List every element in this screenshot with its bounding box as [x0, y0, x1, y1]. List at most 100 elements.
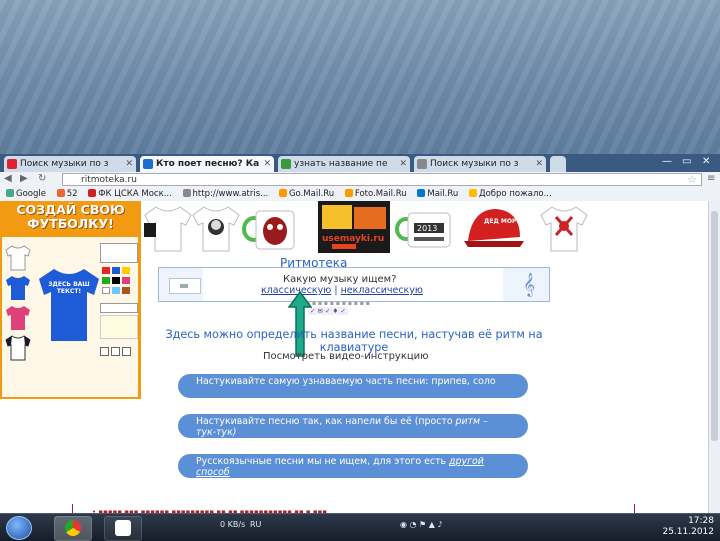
merch-mug-icon[interactable]: 2013 — [394, 201, 454, 253]
clock[interactable]: 17:28 25.11.2012 — [662, 516, 714, 538]
tshirt-raglan-icon[interactable] — [4, 335, 32, 361]
menu-icon[interactable]: ≡ — [707, 173, 715, 184]
bookmark-star-icon[interactable]: ☆ — [687, 173, 697, 186]
taskbar-app-button[interactable] — [104, 516, 142, 541]
bookmark-item[interactable]: Go.Mail.Ru — [278, 189, 334, 199]
tab-label: Кто поет песню? Ка — [156, 159, 260, 169]
tshirt-blue-icon[interactable] — [4, 275, 32, 301]
bookmark-item[interactable]: http://www.atris... — [182, 189, 268, 199]
language-indicator[interactable]: RU — [250, 520, 261, 529]
web-page: СОЗДАЙ СВОЮ ФУТБОЛКУ! ЗДЕСЬ ВАШ ТЕКСТ! u… — [0, 201, 708, 513]
bookmark-item[interactable]: Добро пожало... — [468, 189, 552, 199]
ad-option-box[interactable] — [100, 315, 138, 339]
tray-icons[interactable]: ◉ ◔ ⚑ ▲ ♪ — [400, 520, 443, 529]
selector-panel: Какую музыку ищем? классическую | неклас… — [203, 268, 503, 301]
reload-icon[interactable]: ↻ — [38, 173, 46, 184]
tab-1[interactable]: Поиск музыки по з ✕ — [4, 156, 136, 172]
video-instruction-link[interactable]: Посмотреть видео-инструкцию — [263, 351, 429, 362]
tab-label: узнать название пе — [294, 159, 388, 169]
tab-2[interactable]: Кто поет песню? Ка ✕ — [140, 156, 274, 172]
scrollbar-thumb[interactable] — [711, 211, 718, 441]
tip-text: Русскоязычные песни мы не ищем, для этог… — [196, 456, 447, 467]
slide-divider — [72, 504, 73, 513]
color-swatch[interactable] — [112, 277, 120, 284]
ad-size-checkboxes[interactable] — [100, 341, 136, 356]
tab-4[interactable]: Поиск музыки по з ✕ — [414, 156, 546, 172]
network-speed: 0 KB/s — [220, 520, 246, 529]
close-icon[interactable]: ✕ — [125, 156, 133, 172]
tip-text: Настукивайте песню так, как напели бы её… — [196, 416, 453, 427]
merch-cap-icon[interactable]: ДЕД МОРОЗ — [462, 201, 526, 253]
bookmark-item[interactable]: ФК ЦСКА Моск... — [88, 189, 172, 199]
bookmark-item[interactable]: Mail.Ru — [417, 189, 458, 199]
share-links-row[interactable]: ▪ ▪ ▪ ▪ ▪ ▪ ▪ ▪ ▪ ▪ ▪ — [306, 300, 370, 307]
color-swatch[interactable] — [122, 277, 130, 284]
tip-pill: Настукивайте песню так, как напели бы её… — [178, 414, 528, 438]
tab-label: Поиск музыки по з — [20, 159, 109, 169]
bookmark-item[interactable]: 52 — [56, 189, 78, 199]
url-input[interactable]: ritmoteka.ru ☆ — [62, 173, 702, 186]
site-favicon-icon — [143, 159, 153, 169]
color-swatch[interactable] — [102, 277, 110, 284]
nonclassic-link[interactable]: неклассическую — [341, 285, 423, 296]
address-bar: ◀ ▶ ↻ ritmoteka.ru ☆ ≡ — [0, 172, 720, 189]
tip-pill: Русскоязычные песни мы не ищем, для этог… — [178, 454, 528, 478]
url-text: ritmoteka.ru — [81, 175, 137, 185]
new-tab-button[interactable] — [550, 156, 566, 172]
browser-tabstrip: Поиск музыки по з ✕ Кто поет песню? Ка ✕… — [0, 154, 720, 172]
ad-panel: ЗДЕСЬ ВАШ ТЕКСТ! — [2, 237, 138, 397]
site-favicon-icon — [7, 159, 17, 169]
font-select[interactable] — [100, 303, 138, 313]
toggle-switch[interactable] — [169, 278, 201, 294]
clock-time: 17:28 — [688, 516, 714, 526]
merch-mug-label: 2013 — [417, 224, 437, 233]
app-icon — [115, 520, 131, 536]
close-icon[interactable]: ✕ — [535, 156, 543, 172]
tab-3[interactable]: узнать название пе ✕ — [278, 156, 410, 172]
slide-divider — [634, 504, 635, 513]
vertical-scrollbar[interactable] — [708, 201, 720, 513]
tshirt-preview-icon — [39, 269, 99, 341]
bookmark-item[interactable]: Google — [6, 189, 46, 199]
bookmark-item[interactable]: Foto.Mail.Ru — [344, 189, 407, 199]
merch-tshirt-icon[interactable] — [538, 201, 590, 253]
start-button[interactable] — [6, 516, 32, 540]
site-favicon-icon — [417, 159, 427, 169]
merch-mug-icon[interactable] — [240, 201, 300, 253]
bookmarks-bar: Google 52 ФК ЦСКА Моск... http://www.atr… — [0, 188, 720, 202]
social-share-icons[interactable]: ✓ ✉ ✓ ♦ ✓ — [308, 307, 348, 315]
tab-label: Поиск музыки по з — [430, 159, 519, 169]
merch-tshirt-icon[interactable] — [190, 201, 242, 253]
color-swatch[interactable] — [122, 287, 130, 294]
color-swatch[interactable] — [112, 267, 120, 274]
ad-option-box[interactable] — [100, 243, 138, 263]
color-swatch[interactable] — [122, 267, 130, 274]
color-swatch[interactable] — [102, 287, 110, 294]
tshirt-ad-banner[interactable]: СОЗДАЙ СВОЮ ФУТБОЛКУ! ЗДЕСЬ ВАШ ТЕКСТ! — [0, 201, 141, 399]
windows-taskbar: 0 KB/s RU ◉ ◔ ⚑ ▲ ♪ 17:28 25.11.2012 — [0, 513, 720, 541]
color-swatch[interactable] — [112, 287, 120, 294]
tip-text: Настукивайте самую узнаваемую часть песн… — [196, 376, 496, 387]
forward-icon[interactable]: ▶ — [20, 173, 28, 184]
question-text: Какую музыку ищем? — [283, 274, 397, 285]
color-swatch[interactable] — [102, 267, 110, 274]
ad-title: СОЗДАЙ СВОЮ ФУТБОЛКУ! — [4, 203, 137, 231]
music-type-selector: Какую музыку ищем? классическую | неклас… — [158, 267, 550, 302]
site-favicon-icon — [281, 159, 291, 169]
close-icon[interactable]: ✕ — [263, 156, 271, 172]
maximize-icon[interactable]: ▭ — [682, 156, 691, 167]
close-window-icon[interactable]: ✕ — [702, 156, 710, 167]
chrome-icon — [65, 520, 81, 536]
tshirt-pink-icon[interactable] — [4, 305, 32, 331]
shirt-text: ЗДЕСЬ ВАШ ТЕКСТ! — [48, 281, 90, 295]
close-icon[interactable]: ✕ — [399, 156, 407, 172]
merch-banner-icon[interactable]: usemayki.ru — [318, 201, 390, 253]
tshirt-white-icon[interactable] — [4, 245, 32, 271]
treble-clef-icon: 𝄞 — [523, 272, 535, 296]
ad-title-line2: ФУТБОЛКУ! — [27, 216, 114, 231]
taskbar-chrome-button[interactable] — [54, 516, 92, 541]
minimize-icon[interactable]: — — [662, 156, 672, 167]
music-type-links: классическую | неклассическую — [261, 285, 423, 296]
merch-tshirt-icon[interactable] — [142, 201, 194, 253]
back-icon[interactable]: ◀ — [4, 173, 12, 184]
